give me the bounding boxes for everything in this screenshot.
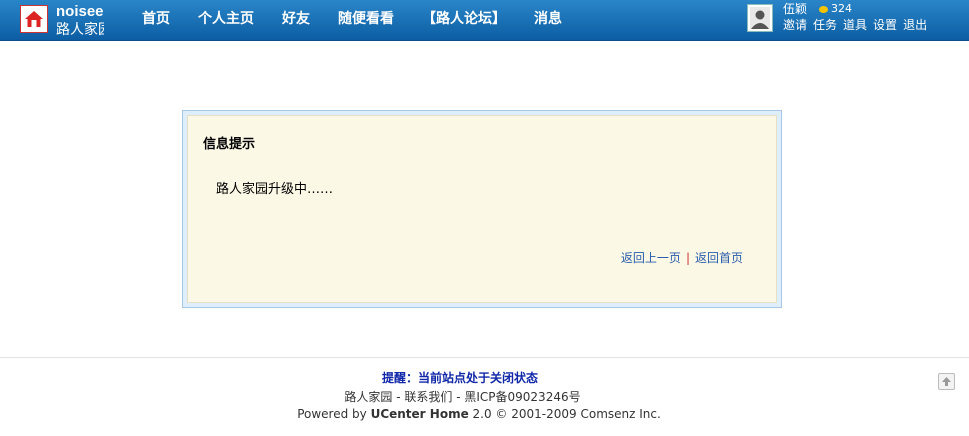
main-nav: 首页 个人主页 好友 随便看看 【路人论坛】 消息: [128, 0, 562, 40]
logo-text-en: noisee: [56, 3, 104, 20]
site-closed-notice: 提醒：当前站点处于关闭状态: [381, 371, 538, 385]
username[interactable]: 伍颖: [783, 0, 807, 17]
footer-divider: [0, 357, 969, 358]
nav-forum[interactable]: 【路人论坛】: [422, 0, 506, 40]
contact-link[interactable]: 联系我们: [404, 390, 452, 404]
user-links: 邀请 任务 道具 设置 退出: [783, 16, 933, 33]
footer-site-link[interactable]: 路人家园: [344, 390, 392, 404]
top-header: noisee 路人家园 首页 个人主页 好友 随便看看 【路人论坛】 消息 伍颖…: [0, 0, 969, 41]
footer-sep-2: -: [452, 390, 465, 404]
site-logo[interactable]: noisee 路人家园: [20, 3, 104, 38]
message-panel: 信息提示 路人家园升级中…… 返回上一页 | 返回首页: [187, 115, 777, 303]
message-text: 路人家园升级中……: [216, 182, 334, 197]
coin-count: 324: [831, 2, 852, 15]
logo-text-cn: 路人家园: [56, 22, 104, 38]
icp-link[interactable]: 黑ICP备09023246号: [464, 390, 580, 404]
powered-suffix: 2.0 © 2001-2009 Comsenz Inc.: [468, 407, 661, 421]
logout-link[interactable]: 退出: [903, 16, 927, 33]
link-separator: |: [685, 251, 690, 265]
message-box: 信息提示 路人家园升级中…… 返回上一页 | 返回首页: [182, 110, 782, 308]
invite-link[interactable]: 邀请: [783, 16, 807, 33]
footer-links: 路人家园 - 联系我们 - 黑ICP备09023246号: [0, 388, 925, 405]
nav-friends[interactable]: 好友: [282, 0, 310, 40]
powered-product[interactable]: UCenter Home: [371, 407, 469, 421]
tasks-link[interactable]: 任务: [813, 16, 837, 33]
message-title: 信息提示: [203, 137, 256, 152]
powered-prefix: Powered by: [297, 407, 371, 421]
back-to-top-button[interactable]: [938, 373, 955, 390]
coin-icon: [819, 5, 828, 13]
footer-sep-1: -: [392, 390, 405, 404]
powered-by: Powered by UCenter Home 2.0 © 2001-2009 …: [0, 407, 958, 421]
message-links: 返回上一页 | 返回首页: [621, 249, 743, 266]
back-link[interactable]: 返回上一页: [621, 251, 681, 265]
nav-home[interactable]: 首页: [142, 0, 170, 40]
home-link[interactable]: 返回首页: [695, 251, 743, 265]
coin-balance: 324: [819, 2, 852, 15]
items-link[interactable]: 道具: [843, 16, 867, 33]
settings-link[interactable]: 设置: [873, 16, 897, 33]
arrow-up-icon: [942, 377, 951, 386]
nav-profile[interactable]: 个人主页: [198, 0, 254, 40]
avatar[interactable]: [747, 4, 773, 32]
house-icon: [20, 5, 48, 33]
nav-explore[interactable]: 随便看看: [338, 0, 394, 40]
nav-messages[interactable]: 消息: [534, 0, 562, 40]
